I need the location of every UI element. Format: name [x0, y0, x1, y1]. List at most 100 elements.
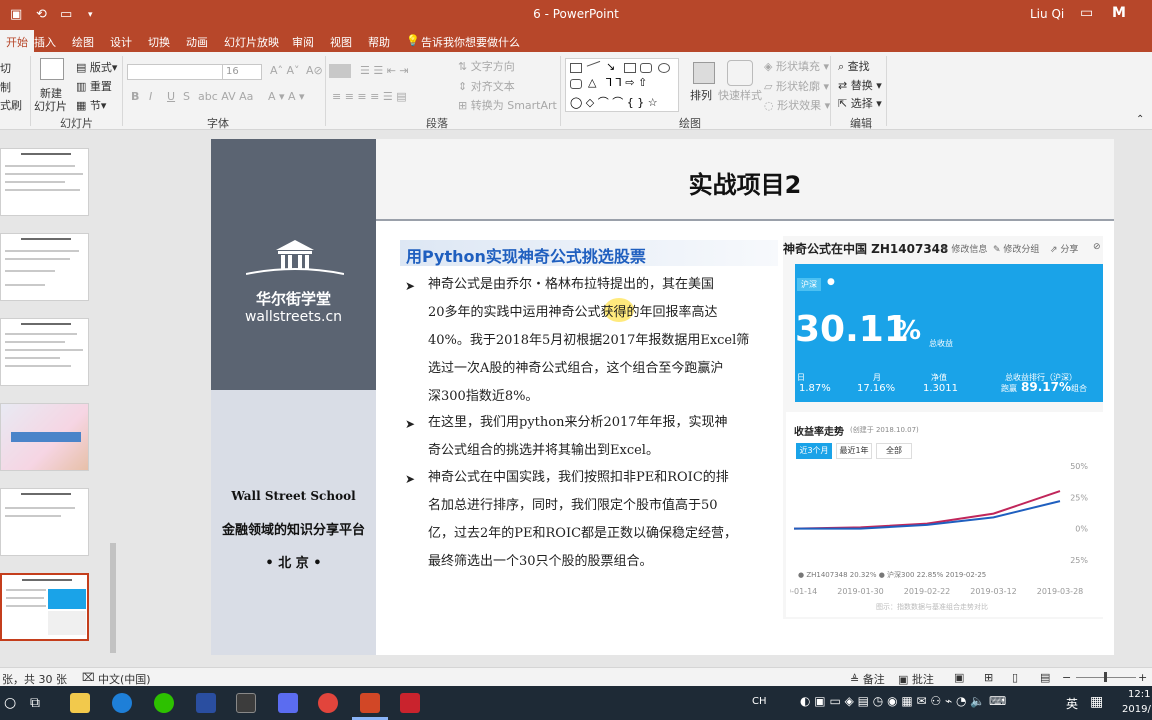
- slide-thumbnail[interactable]: [0, 403, 89, 471]
- thumbnail-scroll-thumb[interactable]: [110, 543, 116, 653]
- rounded-shape-icon[interactable]: [570, 79, 582, 89]
- slide-thumbnail[interactable]: [0, 233, 89, 301]
- copy-button[interactable]: 制: [0, 79, 11, 95]
- quick-styles-button[interactable]: 快速样式: [718, 87, 762, 103]
- normal-view-icon[interactable]: ▣: [954, 671, 964, 684]
- wechat-icon[interactable]: [154, 693, 174, 713]
- tab-transitions[interactable]: 切换: [148, 34, 170, 50]
- align-text-button[interactable]: ⇕ 对齐文本: [458, 78, 515, 94]
- subhead-text[interactable]: 用Python实现神奇公式挑选股票: [406, 243, 646, 267]
- tab-insert[interactable]: 插入: [34, 34, 56, 50]
- wps-icon[interactable]: [400, 693, 420, 713]
- bullet-text-3[interactable]: 神奇公式在中国实践，我们按照扣非PE和ROIC的排 名加总进行排序，同时，我们限…: [428, 464, 773, 576]
- cut-button[interactable]: 切: [0, 60, 11, 76]
- find-button[interactable]: ⌕ 查找: [838, 58, 870, 74]
- oval-shape-icon[interactable]: [658, 63, 670, 73]
- user-name[interactable]: Liu Qi: [1030, 7, 1064, 21]
- strikethrough-button[interactable]: S: [183, 90, 190, 103]
- font-size-combo[interactable]: 16: [222, 64, 262, 80]
- clock-time[interactable]: 12:1: [1128, 689, 1150, 700]
- connector-shape-icon[interactable]: ⅂ ⅂ ⇨ ⇧: [606, 76, 647, 89]
- slideshow-view-icon[interactable]: ▤: [1040, 671, 1050, 684]
- smartart-button[interactable]: ⊞ 转换为 SmartArt: [458, 97, 557, 113]
- textbox-shape-icon[interactable]: [570, 63, 582, 73]
- shape-fill-button[interactable]: ◈ 形状填充 ▾: [764, 58, 829, 74]
- slide-thumbnail[interactable]: [0, 148, 89, 216]
- grow-font-icon[interactable]: A˄ A˅: [270, 64, 300, 77]
- clock-date[interactable]: 2019/: [1122, 704, 1151, 715]
- rounded-rect-shape-icon[interactable]: [640, 63, 652, 73]
- slide-thumbnail[interactable]: [0, 318, 89, 386]
- search-icon[interactable]: ○: [4, 695, 16, 711]
- spell-check-icon[interactable]: ⌧: [82, 671, 95, 684]
- line-shape-icon[interactable]: [586, 60, 604, 76]
- shape-effects-button[interactable]: ◌ 形状效果 ▾: [764, 97, 830, 113]
- slide-title[interactable]: 实战项目2: [376, 165, 1114, 200]
- comments-button[interactable]: ▣ 批注: [898, 671, 934, 687]
- tab-review[interactable]: 审阅: [292, 34, 314, 50]
- format-painter-button[interactable]: 式刷: [0, 97, 22, 113]
- task-view-icon[interactable]: ⧉: [30, 695, 40, 711]
- select-button[interactable]: ⇱ 选择 ▾: [838, 95, 882, 111]
- rect-shape-icon[interactable]: [624, 63, 636, 73]
- bullet-text-1[interactable]: 神奇公式是由乔尔・格林布拉特提出的，其在美国 20多年的实践中运用神奇公式获得的…: [428, 271, 773, 411]
- tray-icons[interactable]: ◐ ▣ ▭ ◈ ▤ ◷ ◉ ▦ ✉ ⚇ ⌁ ◔ 🔈 ⌨: [800, 694, 1006, 708]
- sorter-view-icon[interactable]: ⊞: [984, 671, 993, 684]
- bold-button[interactable]: B: [131, 90, 139, 103]
- bullets-icon[interactable]: [329, 64, 351, 78]
- font-color-icon[interactable]: A ▾ A ▾: [268, 90, 305, 103]
- new-slide-icon[interactable]: [40, 58, 64, 80]
- zoom-out-icon[interactable]: −: [1062, 671, 1071, 684]
- zoom-slider-thumb[interactable]: [1104, 672, 1107, 682]
- font-name-combo[interactable]: [127, 64, 223, 80]
- user-initial[interactable]: M: [1112, 5, 1126, 21]
- triangle-shape-icon[interactable]: △: [588, 76, 596, 89]
- ime-mode[interactable]: 英: [1066, 695, 1078, 712]
- layout-button[interactable]: ▤ 版式▾: [76, 59, 117, 75]
- arrange-button[interactable]: 排列: [690, 87, 712, 103]
- slide-thumbnail-selected[interactable]: [0, 573, 89, 641]
- terminal-icon[interactable]: [236, 693, 256, 713]
- chrome-icon[interactable]: [318, 693, 338, 713]
- list-controls-icon[interactable]: ☰ ☰ ⇤ ⇥: [360, 64, 409, 77]
- shape-outline-button[interactable]: ▱ 形状轮廓 ▾: [764, 78, 829, 94]
- arrow-shape-icon[interactable]: ↘: [606, 60, 615, 73]
- arrange-icon[interactable]: [693, 62, 715, 84]
- tab-slideshow[interactable]: 幻灯片放映: [224, 34, 279, 50]
- text-direction-button[interactable]: ⇅ 文字方向: [458, 58, 515, 74]
- language-status[interactable]: 中文(中国): [98, 671, 151, 687]
- section-button[interactable]: ▦ 节▾: [76, 97, 106, 113]
- slide-thumbnail[interactable]: [0, 488, 89, 556]
- bullet-text-2[interactable]: 在这里，我们用python来分析2017年年报，实现神 奇公式组合的挑选并将其输…: [428, 409, 773, 465]
- thumbnail-scrollbar[interactable]: [108, 135, 116, 655]
- tab-design[interactable]: 设计: [110, 34, 132, 50]
- reading-view-icon[interactable]: ▯: [1012, 671, 1018, 684]
- new-slide-label[interactable]: 幻灯片: [34, 98, 67, 114]
- edge-browser-icon[interactable]: [112, 693, 132, 713]
- file-explorer-icon[interactable]: [70, 693, 90, 713]
- keyboard-icon[interactable]: ▦: [1090, 694, 1103, 710]
- powershell-icon[interactable]: [196, 693, 216, 713]
- char-spacing-icon[interactable]: abc AV Aa: [198, 90, 253, 103]
- tab-draw[interactable]: 绘图: [72, 34, 94, 50]
- shapes-gallery[interactable]: ↘ △ ⅂ ⅂ ⇨ ⇧ ◯ ◇ ⌒ ⌒ { } ☆: [565, 58, 679, 112]
- clear-format-icon[interactable]: A⊘: [306, 64, 323, 77]
- align-icons[interactable]: ≡ ≡ ≡ ≡ ☰ ▤: [332, 90, 407, 103]
- ribbon-display-icon[interactable]: ▭: [1080, 5, 1093, 21]
- tab-view[interactable]: 视图: [330, 34, 352, 50]
- reset-button[interactable]: ▥ 重置: [76, 78, 112, 94]
- misc-shapes-icon[interactable]: ◯ ◇ ⌒ ⌒ { } ☆: [570, 94, 658, 110]
- ime-ch[interactable]: CH: [752, 696, 767, 707]
- tab-animations[interactable]: 动画: [186, 34, 208, 50]
- italic-button[interactable]: I: [149, 90, 152, 103]
- underline-button[interactable]: U: [167, 90, 175, 103]
- collapse-ribbon-icon[interactable]: ⌃: [1136, 114, 1144, 125]
- tab-help[interactable]: 帮助: [368, 34, 390, 50]
- notes-button[interactable]: ≜ 备注: [850, 671, 885, 687]
- powerpoint-taskbar-icon[interactable]: [360, 693, 380, 713]
- tell-me-search[interactable]: 告诉我你想要做什么: [421, 34, 520, 50]
- vs-icon[interactable]: [278, 693, 298, 713]
- replace-button[interactable]: ⇄ 替换 ▾: [838, 77, 882, 93]
- tab-home[interactable]: 开始: [0, 30, 34, 52]
- quick-styles-icon[interactable]: [727, 60, 753, 86]
